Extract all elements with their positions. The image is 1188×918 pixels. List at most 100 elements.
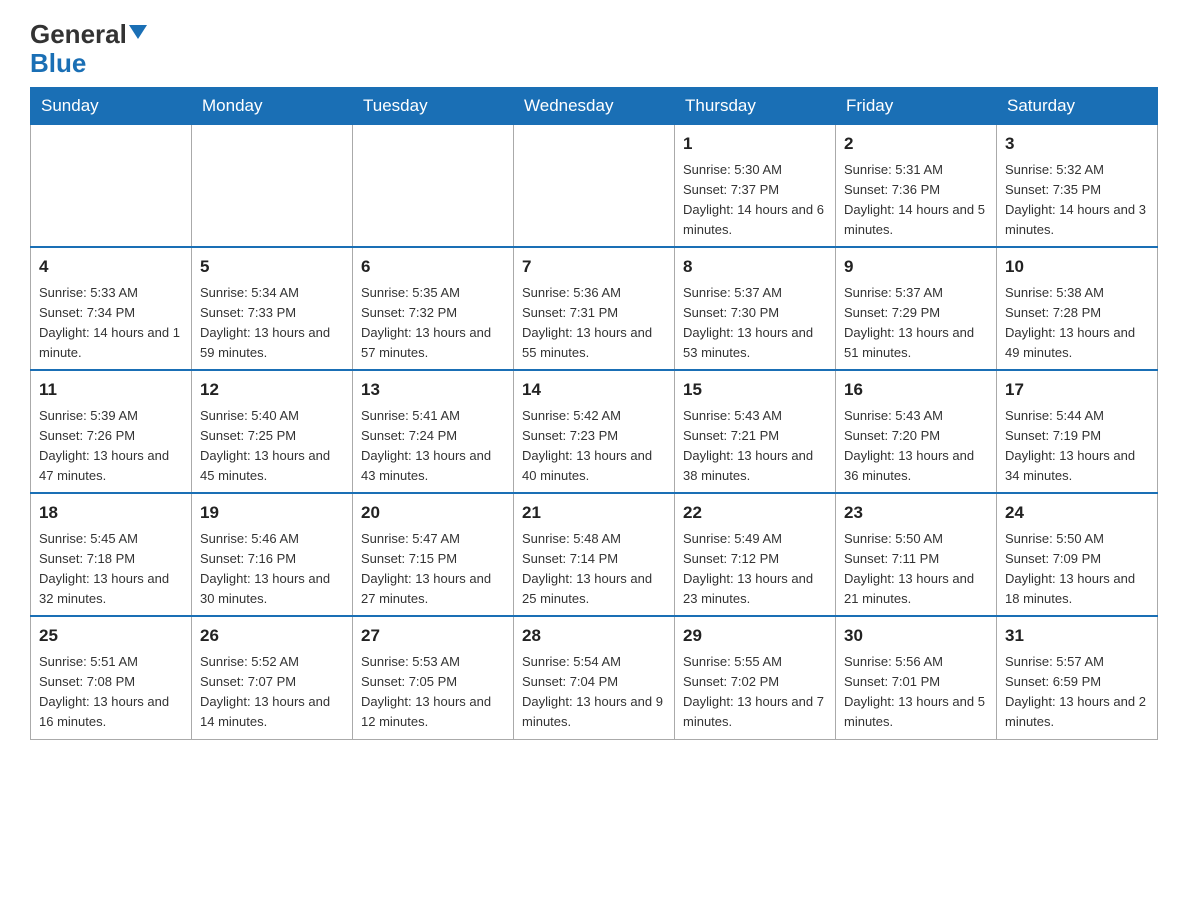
weekday-header-saturday: Saturday (997, 88, 1158, 125)
day-info: Sunrise: 5:36 AM Sunset: 7:31 PM Dayligh… (522, 283, 666, 364)
calendar-cell: 16 Sunrise: 5:43 AM Sunset: 7:20 PM Dayli… (836, 370, 997, 493)
day-number: 19 (200, 500, 344, 526)
day-info: Sunrise: 5:52 AM Sunset: 7:07 PM Dayligh… (200, 652, 344, 733)
day-number: 31 (1005, 623, 1149, 649)
calendar-cell: 11 Sunrise: 5:39 AM Sunset: 7:26 PM Dayli… (31, 370, 192, 493)
calendar-cell: 26 Sunrise: 5:52 AM Sunset: 7:07 PM Dayli… (192, 616, 353, 739)
weekday-header-friday: Friday (836, 88, 997, 125)
calendar-cell: 15Sunrise: 5:43 AM Sunset: 7:21 PM Dayli… (675, 370, 836, 493)
logo-triangle-icon (129, 25, 147, 39)
calendar-cell: 18 Sunrise: 5:45 AM Sunset: 7:18 PM Dayli… (31, 493, 192, 616)
day-info: Sunrise: 5:57 AM Sunset: 6:59 PM Dayligh… (1005, 652, 1149, 733)
calendar-cell: 17Sunrise: 5:44 AM Sunset: 7:19 PM Dayli… (997, 370, 1158, 493)
day-info: Sunrise: 5:39 AM Sunset: 7:26 PM Dayligh… (39, 406, 183, 487)
week-row-1: 1Sunrise: 5:30 AM Sunset: 7:37 PM Daylig… (31, 125, 1158, 248)
day-number: 15 (683, 377, 827, 403)
logo: GeneralBlue (30, 20, 147, 77)
weekday-header-tuesday: Tuesday (353, 88, 514, 125)
day-info: Sunrise: 5:46 AM Sunset: 7:16 PM Dayligh… (200, 529, 344, 610)
day-number: 21 (522, 500, 666, 526)
day-info: Sunrise: 5:56 AM Sunset: 7:01 PM Dayligh… (844, 652, 988, 733)
day-info: Sunrise: 5:35 AM Sunset: 7:32 PM Dayligh… (361, 283, 505, 364)
calendar-cell: 21 Sunrise: 5:48 AM Sunset: 7:14 PM Dayli… (514, 493, 675, 616)
day-number: 29 (683, 623, 827, 649)
calendar-cell: 23 Sunrise: 5:50 AM Sunset: 7:11 PM Dayli… (836, 493, 997, 616)
calendar-cell: 30 Sunrise: 5:56 AM Sunset: 7:01 PM Dayli… (836, 616, 997, 739)
day-info: Sunrise: 5:53 AM Sunset: 7:05 PM Dayligh… (361, 652, 505, 733)
day-info: Sunrise: 5:33 AM Sunset: 7:34 PM Dayligh… (39, 283, 183, 364)
day-number: 18 (39, 500, 183, 526)
day-number: 25 (39, 623, 183, 649)
calendar-table: SundayMondayTuesdayWednesdayThursdayFrid… (30, 87, 1158, 739)
weekday-header-sunday: Sunday (31, 88, 192, 125)
day-info: Sunrise: 5:51 AM Sunset: 7:08 PM Dayligh… (39, 652, 183, 733)
week-row-4: 18 Sunrise: 5:45 AM Sunset: 7:18 PM Dayli… (31, 493, 1158, 616)
week-row-5: 25 Sunrise: 5:51 AM Sunset: 7:08 PM Dayli… (31, 616, 1158, 739)
calendar-cell: 20 Sunrise: 5:47 AM Sunset: 7:15 PM Dayli… (353, 493, 514, 616)
day-number: 3 (1005, 131, 1149, 157)
day-info: Sunrise: 5:50 AM Sunset: 7:11 PM Dayligh… (844, 529, 988, 610)
day-number: 10 (1005, 254, 1149, 280)
day-info: Sunrise: 5:42 AM Sunset: 7:23 PM Dayligh… (522, 406, 666, 487)
day-info: Sunrise: 5:38 AM Sunset: 7:28 PM Dayligh… (1005, 283, 1149, 364)
calendar-cell: 1Sunrise: 5:30 AM Sunset: 7:37 PM Daylig… (675, 125, 836, 248)
calendar-cell: 12Sunrise: 5:40 AM Sunset: 7:25 PM Dayli… (192, 370, 353, 493)
calendar-cell: 3 Sunrise: 5:32 AM Sunset: 7:35 PM Daylig… (997, 125, 1158, 248)
weekday-header-monday: Monday (192, 88, 353, 125)
day-number: 6 (361, 254, 505, 280)
day-info: Sunrise: 5:32 AM Sunset: 7:35 PM Dayligh… (1005, 160, 1149, 241)
day-number: 22 (683, 500, 827, 526)
weekday-header-row: SundayMondayTuesdayWednesdayThursdayFrid… (31, 88, 1158, 125)
day-number: 28 (522, 623, 666, 649)
weekday-header-thursday: Thursday (675, 88, 836, 125)
day-info: Sunrise: 5:45 AM Sunset: 7:18 PM Dayligh… (39, 529, 183, 610)
day-info: Sunrise: 5:31 AM Sunset: 7:36 PM Dayligh… (844, 160, 988, 241)
day-info: Sunrise: 5:40 AM Sunset: 7:25 PM Dayligh… (200, 406, 344, 487)
logo-blue: Blue (30, 48, 86, 78)
day-number: 30 (844, 623, 988, 649)
weekday-header-wednesday: Wednesday (514, 88, 675, 125)
day-info: Sunrise: 5:54 AM Sunset: 7:04 PM Dayligh… (522, 652, 666, 733)
calendar-cell: 7 Sunrise: 5:36 AM Sunset: 7:31 PM Daylig… (514, 247, 675, 370)
day-number: 20 (361, 500, 505, 526)
calendar-cell: 28 Sunrise: 5:54 AM Sunset: 7:04 PM Dayli… (514, 616, 675, 739)
day-info: Sunrise: 5:43 AM Sunset: 7:20 PM Dayligh… (844, 406, 988, 487)
calendar-body: 1Sunrise: 5:30 AM Sunset: 7:37 PM Daylig… (31, 125, 1158, 739)
calendar-cell: 8 Sunrise: 5:37 AM Sunset: 7:30 PM Daylig… (675, 247, 836, 370)
day-info: Sunrise: 5:37 AM Sunset: 7:30 PM Dayligh… (683, 283, 827, 364)
calendar-cell (192, 125, 353, 248)
calendar-cell: 6 Sunrise: 5:35 AM Sunset: 7:32 PM Daylig… (353, 247, 514, 370)
calendar-cell (353, 125, 514, 248)
day-number: 7 (522, 254, 666, 280)
week-row-3: 11 Sunrise: 5:39 AM Sunset: 7:26 PM Dayli… (31, 370, 1158, 493)
day-info: Sunrise: 5:41 AM Sunset: 7:24 PM Dayligh… (361, 406, 505, 487)
calendar-cell: 19 Sunrise: 5:46 AM Sunset: 7:16 PM Dayli… (192, 493, 353, 616)
day-info: Sunrise: 5:44 AM Sunset: 7:19 PM Dayligh… (1005, 406, 1149, 487)
day-info: Sunrise: 5:55 AM Sunset: 7:02 PM Dayligh… (683, 652, 827, 733)
calendar-cell: 31 Sunrise: 5:57 AM Sunset: 6:59 PM Dayli… (997, 616, 1158, 739)
day-number: 26 (200, 623, 344, 649)
day-number: 9 (844, 254, 988, 280)
day-info: Sunrise: 5:47 AM Sunset: 7:15 PM Dayligh… (361, 529, 505, 610)
day-info: Sunrise: 5:49 AM Sunset: 7:12 PM Dayligh… (683, 529, 827, 610)
day-number: 16 (844, 377, 988, 403)
day-number: 14 (522, 377, 666, 403)
day-number: 5 (200, 254, 344, 280)
calendar-cell: 13 Sunrise: 5:41 AM Sunset: 7:24 PM Dayli… (353, 370, 514, 493)
day-info: Sunrise: 5:48 AM Sunset: 7:14 PM Dayligh… (522, 529, 666, 610)
day-info: Sunrise: 5:34 AM Sunset: 7:33 PM Dayligh… (200, 283, 344, 364)
day-number: 23 (844, 500, 988, 526)
day-info: Sunrise: 5:30 AM Sunset: 7:37 PM Dayligh… (683, 160, 827, 241)
calendar-header: SundayMondayTuesdayWednesdayThursdayFrid… (31, 88, 1158, 125)
calendar-cell: 25 Sunrise: 5:51 AM Sunset: 7:08 PM Dayli… (31, 616, 192, 739)
day-info: Sunrise: 5:37 AM Sunset: 7:29 PM Dayligh… (844, 283, 988, 364)
day-number: 8 (683, 254, 827, 280)
day-number: 4 (39, 254, 183, 280)
week-row-2: 4 Sunrise: 5:33 AM Sunset: 7:34 PM Daylig… (31, 247, 1158, 370)
calendar-cell: 5 Sunrise: 5:34 AM Sunset: 7:33 PM Daylig… (192, 247, 353, 370)
day-number: 13 (361, 377, 505, 403)
calendar-cell: 4 Sunrise: 5:33 AM Sunset: 7:34 PM Daylig… (31, 247, 192, 370)
day-number: 11 (39, 377, 183, 403)
calendar-cell: 9 Sunrise: 5:37 AM Sunset: 7:29 PM Daylig… (836, 247, 997, 370)
day-number: 27 (361, 623, 505, 649)
